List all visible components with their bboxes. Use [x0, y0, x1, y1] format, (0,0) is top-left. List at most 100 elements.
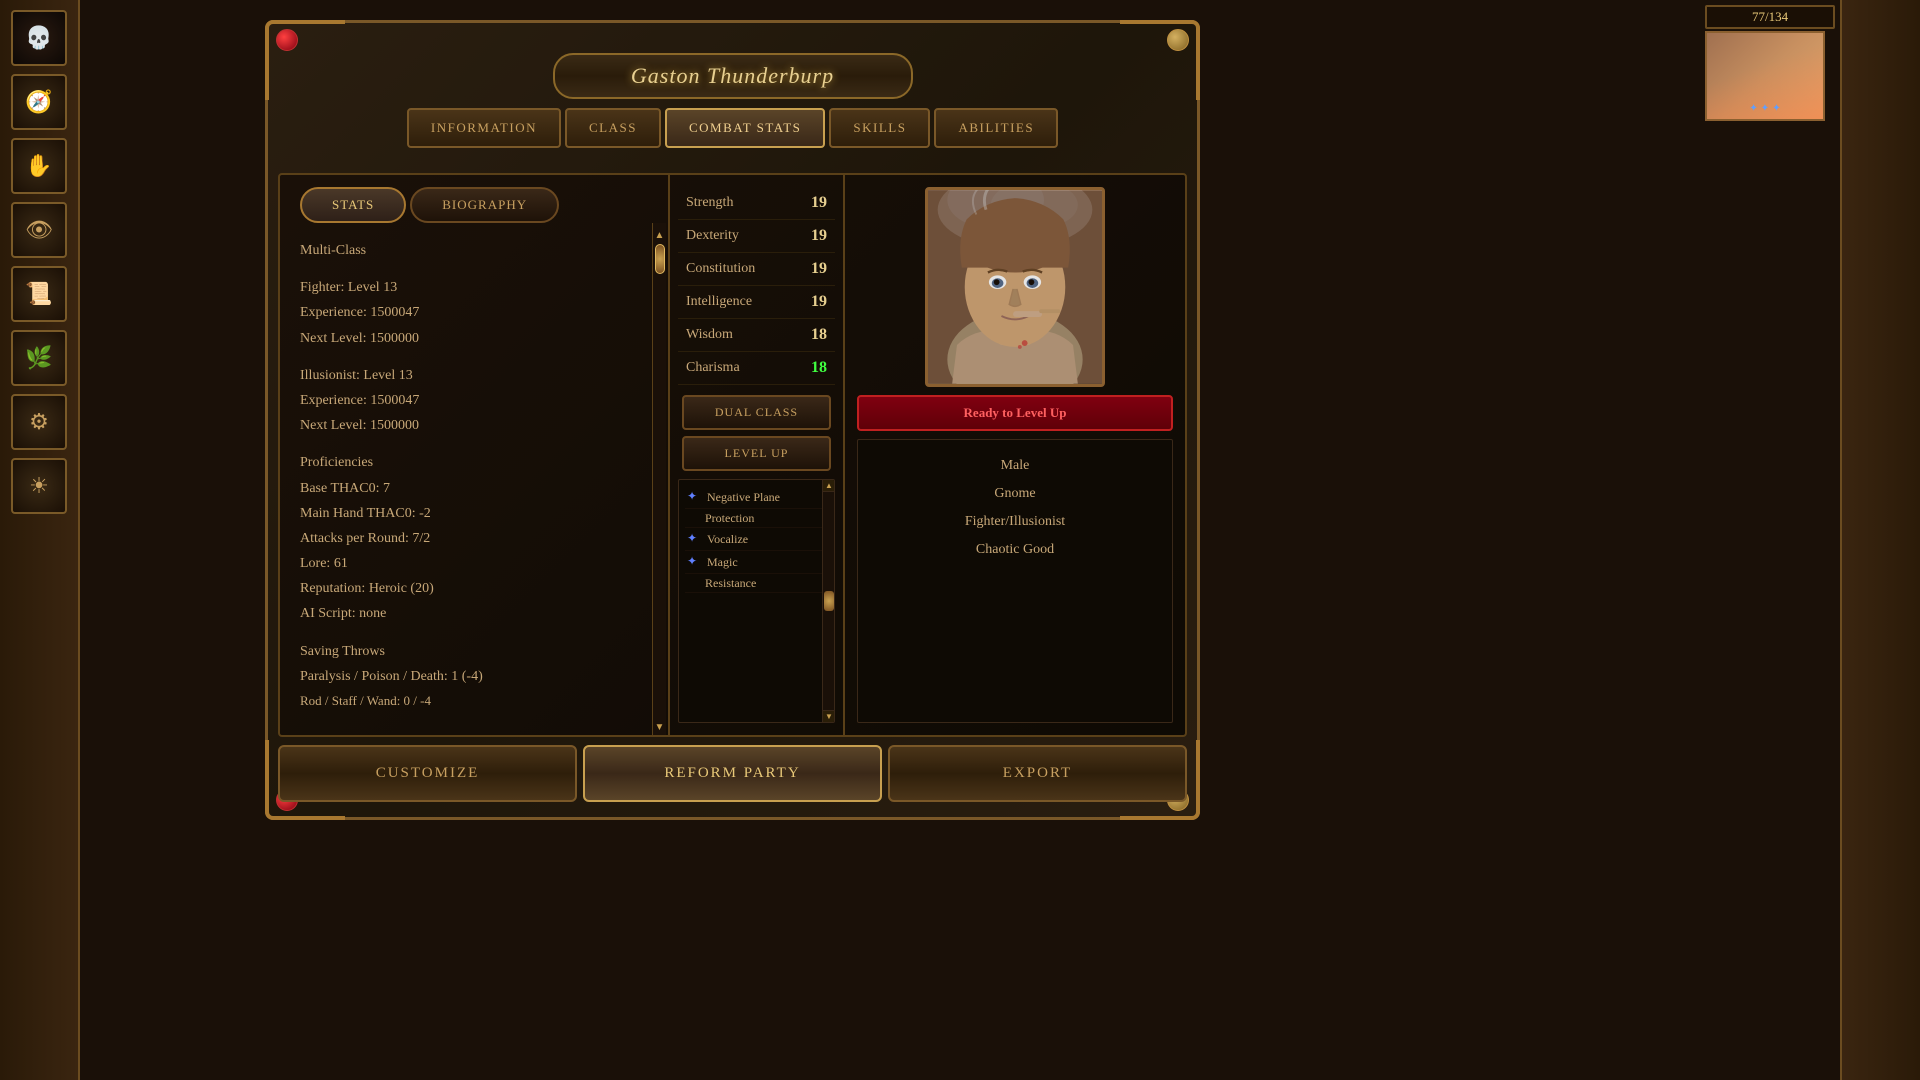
proficiencies-label: Proficiencies [300, 450, 648, 475]
spell-name-1b: Protection [685, 509, 828, 528]
spell-item-3: ✦ Magic [685, 551, 828, 574]
dual-class-button[interactable]: DUAL CLASS [682, 395, 831, 430]
attr-charisma-value: 18 [811, 359, 827, 377]
illusionist-level: Illusionist: Level 13 [300, 363, 648, 388]
attacks-per-round: Attacks per Round: 7/2 [300, 526, 648, 551]
tab-skills[interactable]: SKILLS [829, 108, 930, 148]
attr-charisma-label: Charisma [686, 360, 740, 376]
reform-party-button[interactable]: REFORM PARTY [583, 745, 882, 802]
portrait-frame [925, 187, 1105, 387]
hud-area: 77/134 ✦ ✦ ✦ [1705, 5, 1835, 125]
corner-decoration-tr [1120, 20, 1200, 100]
proficiencies-section: Proficiencies Base THAC0: 7 Main Hand TH… [300, 450, 648, 626]
sidebar-icon-compass[interactable]: 🧭 [11, 74, 67, 130]
attr-constitution-label: Constitution [686, 261, 755, 277]
attr-intelligence-label: Intelligence [686, 294, 752, 310]
tab-combat-stats[interactable]: COMBAT STATS [665, 108, 825, 148]
char-class: Fighter/Illusionist [870, 508, 1160, 536]
saving-throws-section: Saving Throws Paralysis / Poison / Death… [300, 639, 648, 713]
spell-name-1: Negative Plane [707, 490, 780, 505]
attr-dexterity-value: 19 [811, 227, 827, 245]
tab-abilities[interactable]: ABILITIES [934, 108, 1058, 148]
spell-icon-3: ✦ [687, 554, 703, 570]
scroll-down-arrow[interactable]: ▼ [654, 719, 666, 731]
attr-strength: Strength 19 [678, 187, 835, 220]
character-class: Multi-Class [300, 238, 648, 263]
attr-strength-label: Strength [686, 195, 733, 211]
ai-script: AI Script: none [300, 601, 648, 626]
illusionist-next: Next Level: 1500000 [300, 413, 648, 438]
spell-item-1: ✦ Negative Plane [685, 486, 828, 509]
sidebar-icon-gear[interactable]: ⚙ [11, 394, 67, 450]
attr-intelligence-value: 19 [811, 293, 827, 311]
scroll-bar[interactable]: ▲ ▼ [652, 223, 666, 735]
spell-scroll-thumb[interactable] [824, 591, 834, 611]
sidebar-left: 💀 🧭 ✋ 👁 📜 🌿 ⚙ ☀ [0, 0, 80, 1080]
sidebar-icon-hand[interactable]: ✋ [11, 138, 67, 194]
spell-item-2: ✦ Vocalize [685, 528, 828, 551]
hp-current: 77 [1752, 9, 1765, 24]
right-panel: Ready to Level Up Male Gnome Fighter/Ill… [845, 175, 1185, 735]
attr-wisdom: Wisdom 18 [678, 319, 835, 352]
sub-tab-stats[interactable]: STATS [300, 187, 406, 223]
portrait-image [928, 190, 1102, 384]
class-section: Multi-Class [300, 238, 648, 263]
spell-name-3-a: Magic [707, 555, 738, 570]
level-up-button[interactable]: LEVEL UP [682, 436, 831, 471]
gem-top-right [1167, 29, 1189, 51]
sub-tabs: STATS BIOGRAPHY [280, 175, 668, 223]
character-name: Gaston Thunderburp [631, 63, 834, 88]
stats-content: Multi-Class Fighter: Level 13 Experience… [280, 223, 668, 735]
paralysis-value: Paralysis / Poison / Death: 1 (-4) [300, 664, 648, 689]
char-gender: Male [870, 452, 1160, 480]
rod-staff-value: Rod / Staff / Wand: 0 / -4 [300, 689, 648, 712]
sidebar-icon-leaf[interactable]: 🌿 [11, 330, 67, 386]
attr-intelligence: Intelligence 19 [678, 286, 835, 319]
reputation: Reputation: Heroic (20) [300, 576, 648, 601]
sidebar-icon-skull[interactable]: 💀 [11, 10, 67, 66]
hp-display: 77/134 [1705, 5, 1835, 29]
spell-scroll-down[interactable]: ▼ [823, 710, 835, 722]
fighter-exp: Experience: 1500047 [300, 300, 648, 325]
spell-icon-2: ✦ [687, 531, 703, 547]
saving-throws-label: Saving Throws [300, 639, 648, 664]
attr-constitution-value: 19 [811, 260, 827, 278]
class-buttons: DUAL CLASS LEVEL UP [678, 395, 835, 471]
sidebar-icon-eye[interactable]: 👁 [11, 202, 67, 258]
spell-scroll-up[interactable]: ▲ [823, 480, 835, 492]
sidebar-right [1840, 0, 1920, 1080]
scroll-thumb[interactable] [655, 244, 665, 274]
character-sheet-window: Gaston Thunderburp INFORMATION CLASS COM… [265, 20, 1200, 820]
sidebar-icon-book[interactable]: 📜 [11, 266, 67, 322]
fighter-section: Fighter: Level 13 Experience: 1500047 Ne… [300, 275, 648, 351]
export-button[interactable]: EXPORT [888, 745, 1187, 802]
scroll-up-arrow[interactable]: ▲ [654, 227, 666, 239]
attributes-panel: Strength 19 Dexterity 19 Constitution 19… [670, 175, 845, 735]
attr-dexterity: Dexterity 19 [678, 220, 835, 253]
customize-button[interactable]: CUSTOMIZE [278, 745, 577, 802]
illusionist-exp: Experience: 1500047 [300, 388, 648, 413]
hp-max: 134 [1769, 9, 1789, 24]
thac0-main: Main Hand THAC0: -2 [300, 501, 648, 526]
sidebar-icon-sun[interactable]: ☀ [11, 458, 67, 514]
attr-wisdom-label: Wisdom [686, 327, 733, 343]
level-up-banner[interactable]: Ready to Level Up [857, 395, 1173, 431]
spells-area: ✦ Negative Plane Protection ✦ Vocalize ✦… [678, 479, 835, 723]
char-race: Gnome [870, 480, 1160, 508]
spell-scrollbar[interactable]: ▲ ▼ [822, 480, 834, 722]
tab-class[interactable]: CLASS [565, 108, 661, 148]
fighter-level: Fighter: Level 13 [300, 275, 648, 300]
bottom-buttons: CUSTOMIZE REFORM PARTY EXPORT [278, 745, 1187, 802]
spell-icon-1: ✦ [687, 489, 703, 505]
nav-tabs: INFORMATION CLASS COMBAT STATS SKILLS AB… [268, 108, 1197, 148]
tab-information[interactable]: INFORMATION [407, 108, 561, 148]
attr-constitution: Constitution 19 [678, 253, 835, 286]
spell-name-3b: Resistance [685, 574, 828, 593]
left-panel: STATS BIOGRAPHY Multi-Class Fighter: Lev… [280, 175, 670, 735]
lore-value: Lore: 61 [300, 551, 648, 576]
title-bar: Gaston Thunderburp [553, 53, 913, 99]
sub-tab-biography[interactable]: BIOGRAPHY [410, 187, 559, 223]
illusionist-section: Illusionist: Level 13 Experience: 150004… [300, 363, 648, 439]
char-info-box: Male Gnome Fighter/Illusionist Chaotic G… [857, 439, 1173, 723]
attr-wisdom-value: 18 [811, 326, 827, 344]
